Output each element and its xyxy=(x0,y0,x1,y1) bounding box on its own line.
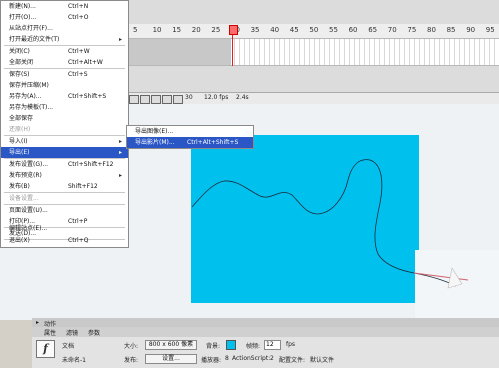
menu-item-open[interactable]: 打开(O)... Ctrl+O xyxy=(1,12,128,23)
menu-item-edit-sites[interactable]: 编辑站点(E)... xyxy=(1,223,128,234)
menu-item-export[interactable]: 导出(E) ▸ xyxy=(1,147,128,158)
menu-item-import[interactable]: 导入(I) ▸ xyxy=(1,136,128,147)
properties-tabs: 属性 滤镜 参数 xyxy=(32,327,499,337)
publish-settings-button[interactable]: 设置... xyxy=(145,354,197,364)
menu-item-close-all[interactable]: 全部关闭 Ctrl+Alt+W xyxy=(1,57,128,68)
menu-item-save[interactable]: 保存(S) Ctrl+S xyxy=(1,69,128,80)
menu-item-publish[interactable]: 发布(B) Shift+F12 xyxy=(1,181,128,192)
export-submenu: 导出图像(E)... 导出影片(M)... Ctrl+Alt+Shift+S xyxy=(126,125,254,149)
menu-item-new[interactable]: 新建(N)... Ctrl+N xyxy=(1,1,128,12)
menu-item-save-all[interactable]: 全部保存 xyxy=(1,113,128,124)
menu-item-save-as-template[interactable]: 另存为模板(T)... xyxy=(1,102,128,113)
tab-filters[interactable]: 滤镜 xyxy=(66,328,78,337)
menu-item-page-setup[interactable]: 页面设置(U)... xyxy=(1,205,128,216)
actions-section-bar[interactable]: ▸ 动作 xyxy=(32,318,499,328)
menu-item-publish-settings[interactable]: 发布设置(G)... Ctrl+Shift+F12 xyxy=(1,159,128,170)
size-button[interactable]: 800 x 600 像素 xyxy=(145,340,197,350)
menu-item-open-recent[interactable]: 打开最近的文件(T) ▸ xyxy=(1,34,128,45)
menu-item-device-settings[interactable]: 设备设置... xyxy=(1,193,128,204)
menu-item-open-from-site[interactable]: 从站点打开(F)... xyxy=(1,23,128,34)
doc-type-label: 文档 xyxy=(62,343,75,350)
motion-path xyxy=(191,159,457,287)
profile-value: 默认文件 xyxy=(310,357,335,364)
menu-item-revert[interactable]: 还原(H) xyxy=(1,124,128,135)
fps-unit: fps xyxy=(286,341,296,348)
submenu-arrow-icon: ▸ xyxy=(119,36,123,43)
file-menu: 新建(N)... Ctrl+N 打开(O)... Ctrl+O 从站点打开(F)..… xyxy=(0,0,129,248)
actionscript-version: 2 xyxy=(270,355,274,362)
menu-item-exit[interactable]: 退出(X) Ctrl+Q xyxy=(1,235,128,246)
player-version: 8 xyxy=(225,355,229,362)
flash-document-icon: f xyxy=(36,340,55,358)
background-label: 背景: xyxy=(206,343,221,350)
menu-item-close[interactable]: 关闭(C) Ctrl+W xyxy=(1,46,128,57)
size-label: 大小: xyxy=(124,343,139,350)
publish-label: 发布: xyxy=(124,357,139,364)
menu-item-export-image[interactable]: 导出图像(E)... xyxy=(127,126,253,137)
menu-item-save-compact[interactable]: 保存并压缩(M) xyxy=(1,80,128,91)
menu-item-save-as[interactable]: 另存为(A)... Ctrl+Shift+S xyxy=(1,91,128,102)
tab-properties[interactable]: 属性 xyxy=(44,328,56,337)
tab-parameters[interactable]: 参数 xyxy=(88,328,100,337)
submenu-arrow-icon: ▸ xyxy=(119,138,123,145)
path-tail xyxy=(413,272,469,281)
frame-rate-input[interactable]: 12 xyxy=(264,340,281,350)
player-label: 播放器: xyxy=(201,357,222,364)
actionscript-label: ActionScript: xyxy=(232,355,271,362)
background-color-swatch[interactable] xyxy=(226,340,236,350)
submenu-arrow-icon: ▸ xyxy=(119,149,123,156)
submenu-arrow-icon: ▸ xyxy=(119,172,123,179)
menu-item-publish-preview[interactable]: 发布预览(R) ▸ xyxy=(1,170,128,181)
menu-item-export-movie[interactable]: 导出影片(M)... Ctrl+Alt+Shift+S xyxy=(127,137,253,148)
left-dock xyxy=(0,320,32,367)
frame-rate-label: 帧频: xyxy=(246,343,261,350)
profile-label: 配置文件: xyxy=(279,357,306,364)
expand-arrow-icon: ▸ xyxy=(36,319,40,326)
doc-name: 未命名-1 xyxy=(62,357,86,364)
cursor-icon xyxy=(447,267,463,289)
